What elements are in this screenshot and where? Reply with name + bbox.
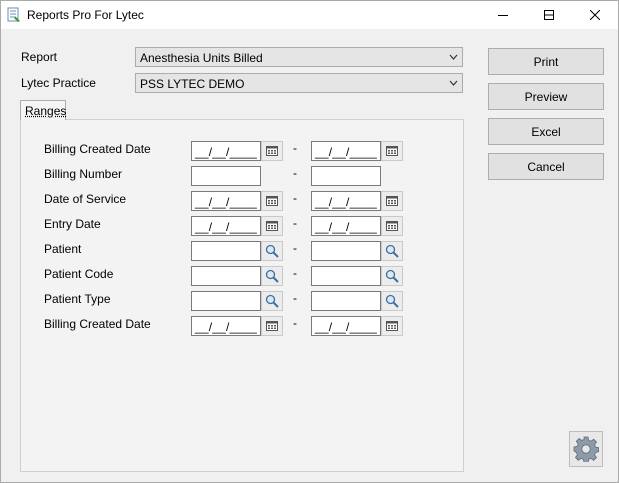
range-from-input[interactable]: __/__/____ — [191, 141, 261, 161]
range-to-input[interactable] — [311, 291, 381, 311]
print-button[interactable]: Print — [488, 48, 604, 75]
excel-button-label: Excel — [531, 124, 561, 139]
window-title: Reports Pro For Lytec — [27, 8, 144, 22]
date-picker-button[interactable] — [261, 191, 283, 211]
practice-label: Lytec Practice — [21, 76, 96, 90]
magnifier-icon — [385, 294, 399, 308]
lookup-button[interactable] — [381, 241, 403, 261]
range-from-input[interactable] — [191, 241, 261, 261]
range-to-input[interactable]: __/__/____ — [311, 316, 381, 336]
range-separator: - — [293, 266, 297, 280]
magnifier-icon — [385, 244, 399, 258]
settings-button[interactable] — [569, 431, 603, 467]
lookup-button[interactable] — [261, 266, 283, 286]
range-to-input[interactable] — [311, 166, 381, 186]
lookup-button[interactable] — [261, 241, 283, 261]
range-label: Date of Service — [44, 192, 127, 206]
range-separator: - — [293, 291, 297, 305]
range-label: Billing Created Date — [44, 142, 151, 156]
gear-icon — [573, 436, 599, 462]
date-picker-button[interactable] — [381, 191, 403, 211]
date-picker-button[interactable] — [381, 141, 403, 161]
report-select[interactable]: Anesthesia Units Billed — [135, 47, 463, 67]
range-separator: - — [293, 216, 297, 230]
magnifier-icon — [265, 244, 279, 258]
range-from-value: __/__/____ — [195, 320, 258, 334]
range-from-input[interactable]: __/__/____ — [191, 216, 261, 236]
close-button[interactable] — [572, 1, 618, 29]
calendar-icon — [266, 196, 278, 206]
range-label: Entry Date — [44, 217, 101, 231]
range-to-input[interactable]: __/__/____ — [311, 141, 381, 161]
magnifier-icon — [265, 269, 279, 283]
calendar-icon — [386, 196, 398, 206]
magnifier-icon — [265, 294, 279, 308]
tab-ranges-label: Ranges — [25, 104, 67, 118]
date-picker-button[interactable] — [261, 141, 283, 161]
range-label: Patient Code — [44, 267, 114, 281]
report-window: Reports Pro For Lytec Report Anesthesia … — [0, 0, 619, 483]
maximize-button[interactable] — [526, 1, 572, 29]
chevron-down-icon — [449, 80, 458, 86]
maximize-icon — [544, 10, 554, 20]
close-icon — [590, 10, 600, 20]
range-from-input[interactable] — [191, 266, 261, 286]
lookup-button[interactable] — [381, 291, 403, 311]
practice-select-value: PSS LYTEC DEMO — [140, 77, 245, 91]
range-to-input[interactable] — [311, 266, 381, 286]
excel-button[interactable]: Excel — [488, 118, 604, 145]
range-separator: - — [293, 191, 297, 205]
range-from-input[interactable]: __/__/____ — [191, 316, 261, 336]
range-separator: - — [293, 241, 297, 255]
range-to-input[interactable]: __/__/____ — [311, 216, 381, 236]
range-label: Billing Number — [44, 167, 123, 181]
cancel-button[interactable]: Cancel — [488, 153, 604, 180]
range-from-value: __/__/____ — [195, 220, 258, 234]
preview-button-label: Preview — [524, 89, 568, 104]
range-to-value: __/__/____ — [315, 145, 378, 159]
calendar-icon — [266, 321, 278, 331]
calendar-icon — [386, 146, 398, 156]
report-label: Report — [21, 50, 58, 64]
range-label: Patient Type — [44, 292, 111, 306]
range-from-input[interactable] — [191, 166, 261, 186]
range-from-value: __/__/____ — [195, 195, 258, 209]
date-picker-button[interactable] — [381, 316, 403, 336]
cancel-button-label: Cancel — [527, 159, 565, 174]
range-separator: - — [293, 166, 297, 180]
chevron-down-icon — [449, 54, 458, 60]
calendar-icon — [266, 146, 278, 156]
date-picker-button[interactable] — [261, 216, 283, 236]
report-app-icon — [7, 7, 20, 22]
range-separator: - — [293, 141, 297, 155]
range-from-input[interactable]: __/__/____ — [191, 191, 261, 211]
range-separator: - — [293, 316, 297, 330]
report-select-value: Anesthesia Units Billed — [140, 51, 263, 65]
practice-select[interactable]: PSS LYTEC DEMO — [135, 73, 463, 93]
tab-ranges[interactable]: Ranges — [20, 100, 66, 120]
print-button-label: Print — [533, 54, 559, 69]
range-to-input[interactable] — [311, 241, 381, 261]
range-from-input[interactable] — [191, 291, 261, 311]
minimize-icon — [498, 15, 508, 16]
range-from-value: __/__/____ — [195, 145, 258, 159]
range-to-value: __/__/____ — [315, 195, 378, 209]
range-to-value: __/__/____ — [315, 220, 378, 234]
calendar-icon — [386, 321, 398, 331]
minimize-button[interactable] — [480, 1, 526, 29]
magnifier-icon — [385, 269, 399, 283]
date-picker-button[interactable] — [381, 216, 403, 236]
lookup-button[interactable] — [261, 291, 283, 311]
lookup-button[interactable] — [381, 266, 403, 286]
calendar-icon — [386, 221, 398, 231]
range-to-input[interactable]: __/__/____ — [311, 191, 381, 211]
calendar-icon — [266, 221, 278, 231]
range-label: Patient — [44, 242, 82, 256]
range-to-value: __/__/____ — [315, 320, 378, 334]
preview-button[interactable]: Preview — [488, 83, 604, 110]
date-picker-button[interactable] — [261, 316, 283, 336]
range-label: Billing Created Date — [44, 317, 151, 331]
